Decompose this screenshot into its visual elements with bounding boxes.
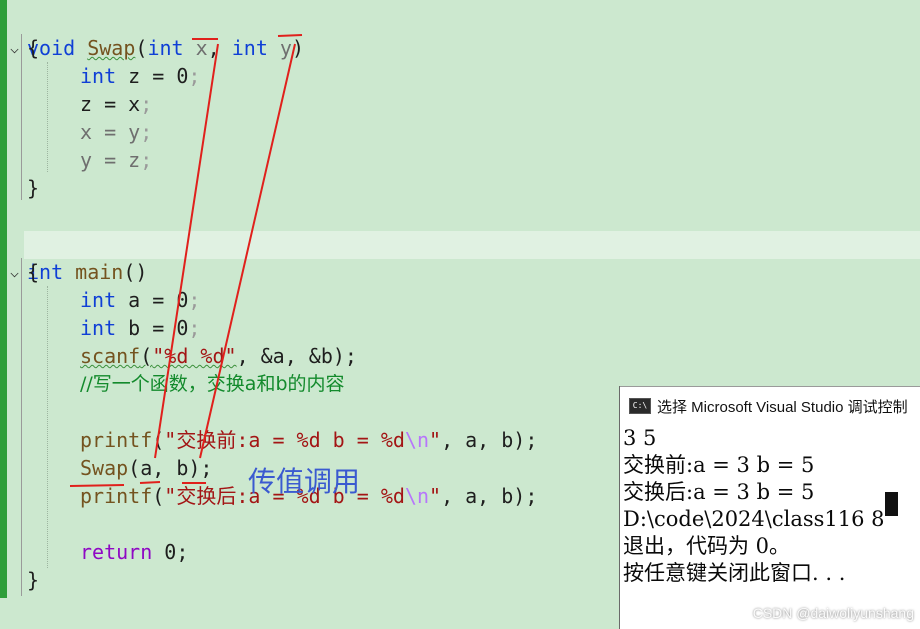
keyword-return: return [80, 540, 153, 564]
decl-z-rest: z = 0 [116, 64, 189, 88]
function-name-swap: Swap [87, 36, 136, 60]
watermark: CSDN @daiwoliyunshang [752, 605, 914, 621]
function-name-printf: printf [80, 484, 153, 508]
function-name-printf: printf [80, 428, 153, 452]
terminal-icon: C:\ [629, 398, 651, 414]
debug-console-window[interactable]: C:\ 选择 Microsoft Visual Studio 调试控制 3 5 … [619, 386, 920, 629]
console-line: 3 5 [623, 426, 657, 450]
code-line-scanf[interactable]: scanf("%d %d", &a, &b); [80, 342, 357, 370]
parens: () [123, 260, 148, 284]
code-line-swap-call[interactable]: Swap(a, b); [80, 454, 212, 482]
current-line-highlight [24, 231, 920, 259]
string-end: " [429, 428, 442, 452]
keyword-int: int [80, 288, 117, 312]
escape-sequence: \n [404, 484, 430, 508]
indent-guide-swap [47, 62, 48, 172]
console-titlebar[interactable]: C:\ 选择 Microsoft Visual Studio 调试控制 [620, 386, 920, 425]
semicolon: ; [188, 288, 201, 312]
fold-chevron-icon[interactable]: ⌵ [10, 258, 24, 286]
semicolon: ; [140, 120, 153, 144]
code-line-swap-signature[interactable]: ⌵ void Swap(int x, int y) [0, 6, 304, 60]
indent-guide-main [47, 286, 48, 568]
console-output[interactable]: 3 5 交换前:a = 3 b = 5 交换后:a = 3 b = 5 D:\c… [620, 425, 920, 629]
scanf-args: , &a, &b); [236, 344, 357, 368]
code-line-assign-x[interactable]: x = y; [80, 118, 152, 146]
code-line-open-brace[interactable]: { [27, 34, 39, 62]
semicolon: ; [140, 92, 153, 116]
function-name-swap: Swap [80, 456, 129, 480]
param-y: y [267, 36, 292, 60]
paren-close: ) [291, 36, 305, 60]
semicolon: ; [140, 148, 153, 172]
return-rest: 0; [152, 540, 189, 564]
assign-y: y = z [80, 148, 141, 172]
param-x: x [183, 36, 208, 60]
semicolon: ; [188, 64, 201, 88]
code-line-decl-b[interactable]: int b = 0; [80, 314, 200, 342]
function-name-scanf: scanf [80, 344, 141, 368]
console-line: 交换前:a = 3 b = 5 [623, 453, 815, 477]
console-line: 按任意键关闭此窗口. . . [623, 561, 846, 585]
decl-a-rest: a = 0 [116, 288, 189, 312]
swap-call-args: (a, b); [128, 456, 213, 480]
code-line-open-brace[interactable]: { [27, 258, 39, 286]
code-line-assign-z[interactable]: z = x; [80, 90, 152, 118]
escape-sequence: \n [404, 428, 430, 452]
assign-z: z = x [80, 92, 141, 116]
code-line-main-signature[interactable]: ⌵ int main() [0, 230, 147, 284]
printf-args: , a, b); [441, 484, 538, 508]
code-line-comment[interactable]: //写一个函数，交换a和b的内容 [80, 370, 345, 398]
code-line-decl-a[interactable]: int a = 0; [80, 286, 200, 314]
comma: , [207, 36, 232, 60]
decl-b-rest: b = 0 [116, 316, 189, 340]
paren-open: ( [135, 36, 148, 60]
console-line: D:\code\2024\class116 8 [623, 507, 885, 531]
paren-open: ( [152, 484, 165, 508]
console-cursor [885, 492, 898, 516]
code-line-close-brace[interactable]: } [27, 566, 39, 594]
semicolon: ; [188, 316, 201, 340]
console-line: 退出，代码为 0。 [623, 534, 791, 558]
assign-x: x = y [80, 120, 141, 144]
code-line-assign-y[interactable]: y = z; [80, 146, 152, 174]
keyword-int: int [80, 316, 117, 340]
paren-open: ( [140, 344, 153, 368]
code-line-close-brace[interactable]: } [27, 174, 39, 202]
code-line-decl-z[interactable]: int z = 0; [80, 62, 200, 90]
printf-args: , a, b); [441, 428, 538, 452]
string-end: " [429, 484, 442, 508]
paren-open: ( [152, 428, 165, 452]
fold-chevron-icon[interactable]: ⌵ [10, 34, 24, 62]
code-line-return[interactable]: return 0; [80, 538, 188, 566]
keyword-int: int [231, 36, 268, 60]
keyword-int: int [80, 64, 117, 88]
handwritten-label: 传值调用 [248, 465, 361, 498]
console-title: 选择 Microsoft Visual Studio 调试控制 [657, 398, 908, 416]
string-literal: "%d %d" [152, 344, 237, 368]
function-name-main: main [75, 260, 124, 284]
code-line-printf-before[interactable]: printf("交换前:a = %d b = %d\n", a, b); [80, 426, 537, 454]
keyword-int: int [147, 36, 184, 60]
string-literal: "交换前:a = %d b = %d [164, 428, 405, 452]
console-line: 交换后:a = 3 b = 5 [623, 480, 815, 504]
